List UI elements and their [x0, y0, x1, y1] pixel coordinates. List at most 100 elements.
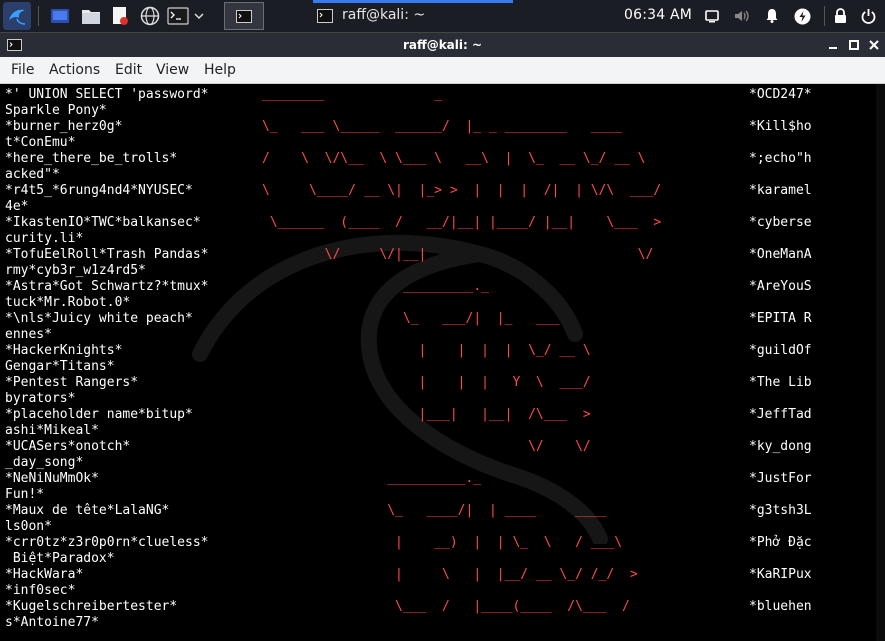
terminal-right-line: *JustFor — [749, 471, 812, 486]
banner-ascii-line: \ \____/ __ \| |_> > | | | /| | \/\ ___/ — [262, 183, 662, 198]
terminal-left-line: *crr0tz*z3r0p0rn*clueless* — [5, 535, 209, 550]
banner-ascii-line: | | | | \_/ __ \ — [262, 343, 591, 358]
banner-ascii-line: _________._ — [262, 279, 489, 294]
terminal-left-line: s*Antoine77* — [5, 615, 99, 630]
window-title: raff@kali: ~ — [402, 38, 483, 52]
workspace-1-button[interactable] — [224, 2, 264, 30]
terminal-left-line: *HackWara* — [5, 567, 84, 582]
terminal-left-line: *burner_herz0g* — [5, 119, 123, 134]
terminal-right-line: *The Lib — [749, 375, 812, 390]
terminal-left-line: *TofuEelRoll*Trash Pandas* — [5, 247, 209, 262]
terminal-launcher-icon[interactable] — [166, 5, 190, 27]
minimize-icon[interactable] — [827, 39, 839, 51]
menu-file[interactable]: File — [11, 62, 34, 78]
banner-ascii-line: | __) | | \_ \ / ___\ — [262, 535, 623, 550]
maximize-icon[interactable] — [848, 39, 860, 51]
volume-icon[interactable] — [734, 8, 750, 24]
terminal-left-line: *Astra*Got Schwartz?*tmux* — [5, 279, 209, 294]
banner-ascii-line: \_ ___/| |_ ___ — [262, 311, 560, 326]
terminal-left-line: Sparkle Pony* — [5, 103, 107, 118]
terminal-right-line: *EPITA R — [749, 311, 812, 326]
terminal-right-line: *;echo"h — [749, 151, 812, 166]
terminal-right-line: *bluehen — [749, 599, 812, 614]
terminal-left-line: acked"* — [5, 167, 60, 182]
chevron-down-icon[interactable] — [192, 8, 206, 24]
terminal-left-line: *here_there_be_trolls* — [5, 151, 178, 166]
terminal-left-line: 4e* — [5, 199, 29, 214]
terminal-right-line: *guildOf — [749, 343, 812, 358]
terminal-output[interactable]: *' UNION SELECT 'password* Sparkle Pony* *… — [0, 84, 885, 641]
terminal-left-line: byrators* — [5, 391, 76, 406]
terminal-left-line: *NeNiNuMmOk* — [5, 471, 99, 486]
menu-edit[interactable]: Edit — [115, 62, 142, 78]
close-icon[interactable] — [868, 39, 880, 51]
terminal-right-line: *OCD247* — [749, 87, 812, 102]
power-manager-icon[interactable] — [793, 7, 811, 25]
kali-dragon-icon[interactable] — [3, 2, 31, 30]
terminal-left-line: ashi*Mikeal* — [5, 423, 99, 438]
kali-dragon-watermark — [192, 234, 608, 544]
lock-icon[interactable] — [832, 7, 848, 25]
window-titlebar[interactable]: raff@kali: ~ — [0, 32, 885, 57]
terminal-left-line: Fun!* — [5, 487, 45, 502]
banner-ascii-line: \___ / |____(____ /\___ / — [262, 599, 630, 614]
banner-ascii-line: ________ _ — [262, 87, 443, 102]
taskbar-separator — [38, 6, 39, 26]
menu-actions[interactable]: Actions — [49, 62, 100, 78]
terminal-left-line: ennes* — [5, 327, 52, 342]
terminal-left-line: *r4t5_*6rung4nd4*NYUSEC* — [5, 183, 193, 198]
file-manager-icon[interactable] — [80, 5, 102, 27]
terminal-right-line: *AreYouS — [749, 279, 812, 294]
banner-ascii-line: __________._ — [262, 471, 482, 486]
terminal-left-line: *Kugelschreibertester* — [5, 599, 178, 614]
terminal-right-line: *ky_dong — [749, 439, 812, 454]
terminal-right-line: *Phở Đặc — [749, 535, 812, 550]
terminal-right-line: *JeffTad — [749, 407, 812, 422]
terminal-scrollbar[interactable] — [876, 84, 885, 641]
banner-ascii-line: \_ ___ \_____ ______/ |_ _ ________ ____ — [262, 119, 623, 134]
taskbar-separator — [824, 6, 825, 26]
browser-icon[interactable] — [139, 5, 161, 27]
terminal-left-line: *HackerKnights* — [5, 343, 123, 358]
text-editor-icon[interactable] — [109, 5, 131, 27]
clock[interactable]: 06:34 AM — [624, 7, 692, 23]
menu-help[interactable]: Help — [204, 62, 236, 78]
terminal-left-line: *IkastenIO*TWC*balkansec* — [5, 215, 201, 230]
terminal-left-line: *inf0sec* — [5, 583, 76, 598]
banner-ascii-line: |___| |__| /\___ > — [262, 407, 591, 422]
display-icon[interactable] — [704, 8, 720, 24]
bell-icon[interactable] — [764, 7, 780, 24]
terminal-left-line: curity.li* — [5, 231, 84, 246]
banner-ascii-line: \/ \/|__| \/ — [262, 247, 654, 262]
banner-ascii-line: | | | Y \ ___/ — [262, 375, 591, 390]
banner-ascii-line: \______ (____ / __/|__| |____/ |__| \___… — [262, 215, 662, 230]
menu-bar: File Actions Edit View Help — [0, 57, 885, 84]
terminal-left-line: Gengar*Titans* — [5, 359, 115, 374]
terminal-right-line: *karamel — [749, 183, 812, 198]
terminal-left-line: *Pentest Rangers* — [5, 375, 139, 390]
terminal-left-line: ls0on* — [5, 519, 52, 534]
terminal-left-line: _day_song* — [5, 455, 84, 470]
menu-view[interactable]: View — [156, 62, 189, 78]
terminal-right-line: *KaRIPux — [749, 567, 812, 582]
banner-ascii-line: \/ \/ — [262, 439, 591, 454]
terminal-left-line: t*ConEmu* — [5, 135, 76, 150]
terminal-right-line: *g3tsh3L — [749, 503, 812, 518]
terminal-left-line: *UCASers*onotch* — [5, 439, 131, 454]
terminal-left-line: rmy*cyb3r_w1z4rd5* — [5, 263, 146, 278]
terminal-left-line: *Maux de tête*LalaNG* — [5, 503, 170, 518]
banner-ascii-line: \_ ____/| | ____ ____ — [262, 503, 607, 518]
taskbar: raff@kali: ~ 06:34 AM — [0, 0, 885, 32]
banner-ascii-line: / \ \/\__ \ \___ \ __\ | \_ __ \_/ __ \ — [262, 151, 646, 166]
desktop-icon[interactable] — [49, 5, 71, 27]
banner-ascii-line: | \ | |__/ __ \_/ /_/ > — [262, 567, 638, 582]
window-terminal-icon — [317, 8, 333, 24]
terminal-right-line: *OneManA — [749, 247, 812, 262]
power-icon[interactable] — [859, 7, 877, 25]
active-window-indicator — [313, 0, 513, 3]
terminal-right-line: *cyberse — [749, 215, 812, 230]
terminal-right-line: *Kill$ho — [749, 119, 812, 134]
active-window-title[interactable]: raff@kali: ~ — [342, 7, 425, 23]
terminal-left-line: *' UNION SELECT 'password* — [5, 87, 209, 102]
terminal-left-line: *\nls*Juicy white peach* — [5, 311, 193, 326]
